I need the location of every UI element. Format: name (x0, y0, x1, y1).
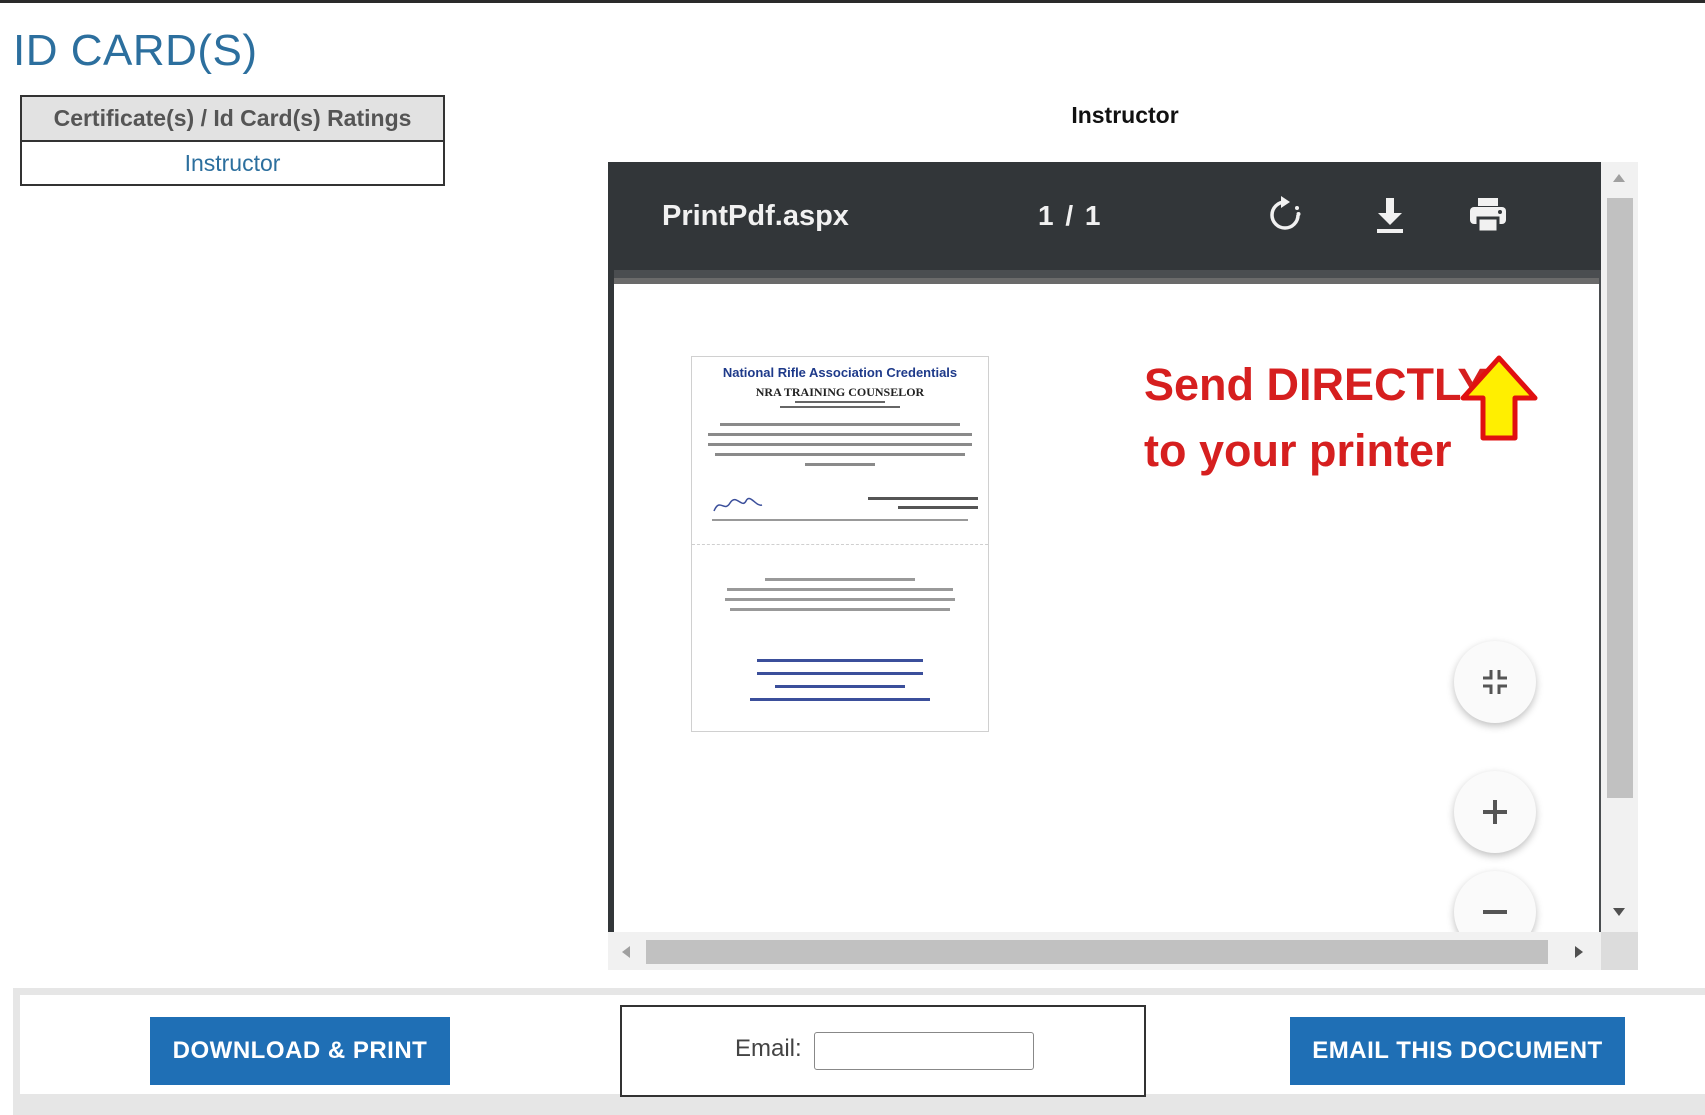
email-form: Email: (620, 1005, 1146, 1097)
scroll-down-icon[interactable] (1611, 906, 1627, 918)
pdf-file-name: PrintPdf.aspx (662, 200, 849, 232)
action-bar: DOWNLOAD & PRINT Email: EMAIL THIS DOCUM… (13, 988, 1705, 1115)
card-role-lines (692, 399, 988, 408)
download-icon[interactable] (1367, 192, 1413, 238)
annotation-line-1: Send DIRECTLY (1144, 359, 1488, 410)
pdf-viewer: PrintPdf.aspx 1 / 1 National Rifle Assoc… (608, 162, 1638, 970)
fit-page-icon (1483, 670, 1507, 694)
email-label: Email: (735, 1035, 802, 1062)
arrow-up-icon (1460, 355, 1538, 441)
scroll-left-icon[interactable] (620, 944, 632, 960)
horizontal-scroll-thumb[interactable] (646, 940, 1548, 964)
card-heading: National Rifle Association Credentials (722, 365, 958, 380)
page-title: ID CARD(S) (13, 26, 258, 75)
vertical-scrollbar[interactable] (1601, 162, 1638, 932)
card-number-lines (868, 497, 978, 515)
fit-page-button[interactable] (1454, 641, 1536, 723)
plus-icon (1483, 800, 1507, 824)
scroll-up-icon[interactable] (1611, 172, 1627, 184)
horizontal-scrollbar[interactable] (608, 932, 1601, 970)
vertical-scroll-thumb[interactable] (1607, 198, 1633, 798)
pdf-document-area[interactable]: National Rifle Association Credentials N… (608, 270, 1601, 953)
ratings-table: Certificate(s) / Id Card(s) Ratings Inst… (20, 95, 445, 186)
download-print-button[interactable]: DOWNLOAD & PRINT (150, 1017, 450, 1085)
zoom-in-button[interactable] (1454, 771, 1536, 853)
pdf-page: National Rifle Association Credentials N… (614, 278, 1599, 953)
rotate-icon[interactable] (1262, 192, 1308, 238)
card-footer-line (712, 519, 968, 521)
scroll-right-icon[interactable] (1573, 944, 1585, 960)
scrollbar-corner (1601, 932, 1638, 970)
card-subheading: NRA TRAINING COUNSELOR (755, 385, 925, 399)
pdf-page-indicator: 1 / 1 (1038, 200, 1103, 231)
top-rule (0, 0, 1705, 3)
ratings-table-header: Certificate(s) / Id Card(s) Ratings (22, 97, 443, 142)
card-back-text-lines (720, 571, 960, 611)
signature-icon (713, 497, 763, 512)
id-card-back (692, 545, 988, 731)
viewer-caption: Instructor (1071, 102, 1179, 128)
print-annotation: Send DIRECTLY to your printer (1144, 352, 1487, 484)
id-card-thumbnail: National Rifle Association Credentials N… (691, 356, 989, 732)
pdf-toolbar: PrintPdf.aspx 1 / 1 (608, 162, 1601, 270)
email-document-button[interactable]: EMAIL THIS DOCUMENT (1290, 1017, 1625, 1085)
minus-icon (1483, 910, 1507, 914)
print-icon[interactable] (1465, 192, 1511, 238)
annotation-line-2: to your printer (1144, 425, 1452, 476)
email-input[interactable] (814, 1032, 1034, 1070)
action-bar-inner: DOWNLOAD & PRINT Email: EMAIL THIS DOCUM… (20, 995, 1705, 1097)
card-back-contact-lines (742, 649, 938, 701)
rating-link-instructor[interactable]: Instructor (22, 142, 443, 184)
id-card-front: National Rifle Association Credentials N… (692, 357, 988, 545)
card-text-lines (708, 423, 972, 473)
